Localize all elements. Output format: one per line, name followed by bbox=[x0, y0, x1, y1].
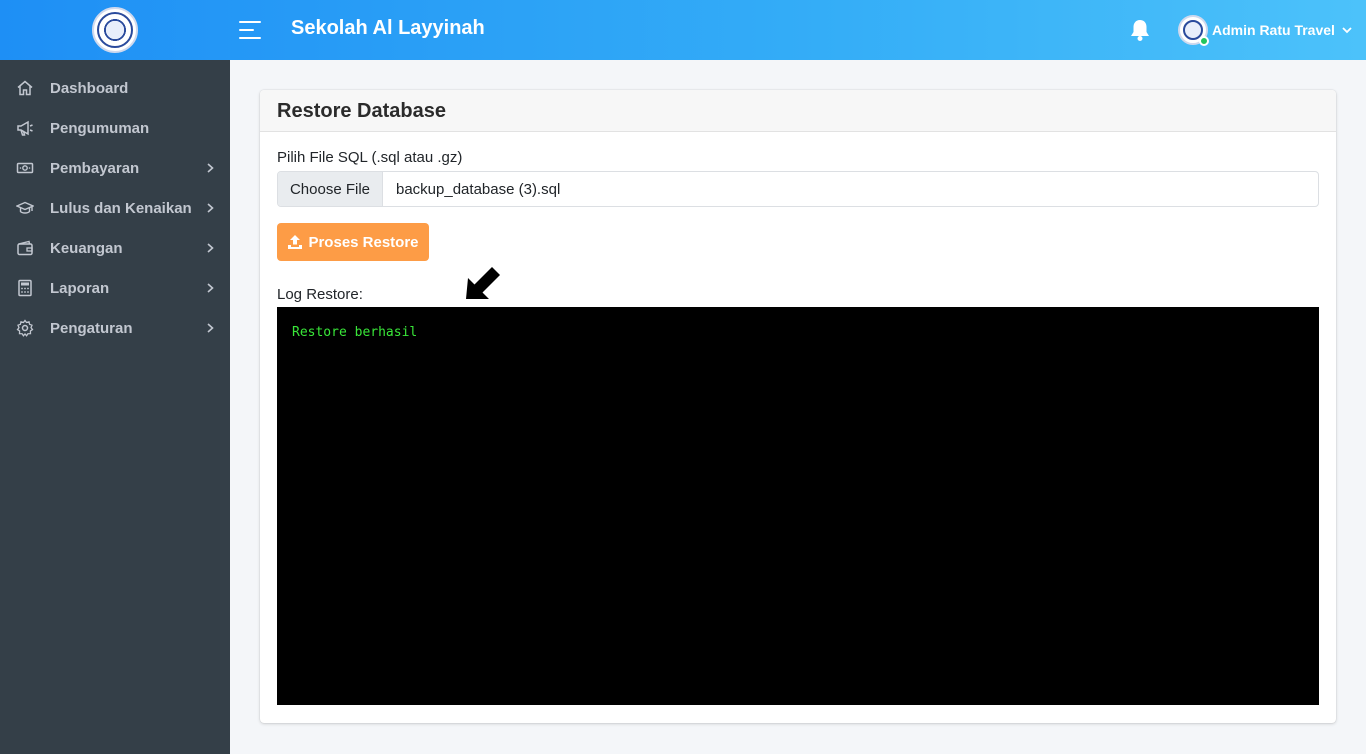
chevron-right-icon bbox=[207, 323, 214, 333]
money-icon bbox=[16, 162, 34, 174]
restore-log-output: Restore berhasil bbox=[277, 307, 1319, 705]
sidebar: Dashboard Pengumuman Pembayaran Lulus da… bbox=[0, 60, 230, 754]
avatar bbox=[1178, 15, 1209, 46]
bell-icon[interactable] bbox=[1129, 18, 1151, 42]
chevron-right-icon bbox=[207, 163, 214, 173]
wallet-icon bbox=[17, 240, 33, 256]
restore-database-card: Restore Database Pilih File SQL (.sql at… bbox=[260, 90, 1336, 723]
sidebar-item-dashboard[interactable]: Dashboard bbox=[0, 68, 230, 108]
restore-button-label: Proses Restore bbox=[308, 233, 419, 251]
sidebar-item-label: Pembayaran bbox=[50, 159, 140, 177]
sidebar-item-pengaturan[interactable]: Pengaturan bbox=[0, 308, 230, 348]
proses-restore-button[interactable]: Proses Restore bbox=[277, 223, 429, 261]
app-title: Sekolah Al Layyinah bbox=[291, 17, 485, 39]
sidebar-item-keuangan[interactable]: Keuangan bbox=[0, 228, 230, 268]
sidebar-item-label: Lulus dan Kenaikan bbox=[50, 199, 192, 217]
sidebar-item-label: Keuangan bbox=[50, 239, 123, 257]
chevron-right-icon bbox=[207, 203, 214, 213]
home-icon bbox=[17, 80, 33, 96]
online-status-dot bbox=[1199, 36, 1209, 46]
hamburger-icon[interactable] bbox=[239, 20, 263, 40]
school-logo[interactable] bbox=[92, 7, 138, 53]
card-header: Restore Database bbox=[260, 90, 1336, 132]
graduation-cap-icon bbox=[16, 201, 34, 214]
sidebar-item-label: Pengaturan bbox=[50, 319, 133, 337]
calculator-icon bbox=[18, 279, 32, 297]
top-navbar: Sekolah Al Layyinah Admin Ratu Travel bbox=[0, 0, 1366, 60]
page-title: Restore Database bbox=[277, 100, 446, 122]
brand-logo-area[interactable] bbox=[0, 0, 230, 60]
user-name: Admin Ratu Travel bbox=[1212, 22, 1335, 38]
sidebar-item-pengumuman[interactable]: Pengumuman bbox=[0, 108, 230, 148]
file-field-label: Pilih File SQL (.sql atau .gz) bbox=[277, 149, 463, 166]
sidebar-item-label: Dashboard bbox=[50, 79, 129, 97]
pointer-arrow-icon bbox=[466, 267, 500, 299]
chevron-right-icon bbox=[207, 283, 214, 293]
log-label: Log Restore: bbox=[277, 286, 363, 303]
sidebar-item-pembayaran[interactable]: Pembayaran bbox=[0, 148, 230, 188]
sidebar-item-lulus-dan-kenaikan[interactable]: Lulus dan Kenaikan bbox=[0, 188, 230, 228]
sidebar-item-label: Pengumuman bbox=[50, 119, 150, 137]
upload-icon bbox=[288, 235, 303, 249]
sidebar-item-laporan[interactable]: Laporan bbox=[0, 268, 230, 308]
chevron-right-icon bbox=[207, 243, 214, 253]
gear-icon bbox=[16, 319, 34, 337]
log-text: Restore berhasil bbox=[292, 325, 418, 340]
chevron-down-icon bbox=[1342, 27, 1352, 34]
sql-file-input[interactable]: Choose File backup_database (3).sql bbox=[277, 171, 1319, 207]
megaphone-icon bbox=[17, 120, 33, 136]
selected-file-name: backup_database (3).sql bbox=[396, 180, 561, 198]
user-menu[interactable]: Admin Ratu Travel bbox=[1178, 14, 1353, 46]
choose-file-button[interactable]: Choose File bbox=[278, 172, 383, 206]
sidebar-item-label: Laporan bbox=[50, 279, 110, 297]
